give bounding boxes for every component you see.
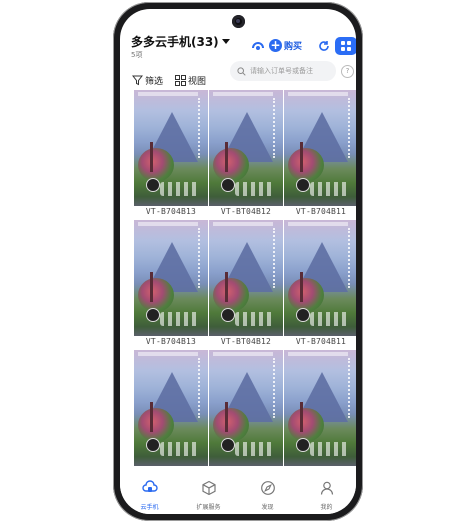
device-tile[interactable]: VT-B704B13 [134,90,208,218]
bottom-nav: 云手机 扩展服务 发现 我的 [120,477,356,514]
nav-label: 扩展服务 [196,504,221,511]
phone-frame: 多多云手机(33) 5项 + 购买 筛选 视图 请输入订单号或备注 ? VT-B… [113,2,363,521]
device-grid: VT-B704B13 VT-BT04B12 VT-B704B11 VT-B704… [134,90,356,482]
nav-mine[interactable]: 我的 [297,477,356,514]
device-label: VT-B704B11 [295,207,347,216]
device-screenshot [284,220,356,336]
view-button[interactable]: 视图 [175,74,206,87]
cube-icon [201,480,216,496]
cloud-phone-icon [141,480,158,492]
search-icon [237,66,246,76]
device-tile[interactable]: VT-B704B11 [284,220,356,348]
device-screenshot [209,90,283,206]
nav-cloud-phone[interactable]: 云手机 [120,477,179,514]
plus-icon: + [269,38,282,52]
device-screenshot [209,350,283,466]
nav-label: 云手机 [140,504,159,511]
device-group-selector[interactable]: 多多云手机(33) [131,33,230,50]
caret-down-icon [221,39,230,44]
refresh-icon[interactable] [318,40,330,52]
filter-icon [132,75,143,86]
device-screenshot [134,220,208,336]
device-screenshot [209,220,283,336]
buy-label: 购买 [284,42,303,52]
device-screenshot [134,350,208,466]
device-label: VT-B704B13 [145,207,197,216]
grid-icon [341,41,351,51]
page-title: 多多云手机(33) [131,35,219,49]
device-screenshot [284,350,356,466]
device-tile[interactable]: VT-BT04B12 [209,220,283,348]
nav-label: 我的 [320,504,333,511]
help-icon[interactable]: ? [341,65,354,78]
nav-discover[interactable]: 发现 [238,477,297,514]
phone-screen: 多多云手机(33) 5项 + 购买 筛选 视图 请输入订单号或备注 ? VT-B… [120,9,356,514]
view-label: 视图 [188,77,207,87]
user-icon [320,481,333,495]
device-label: VT-BT04B12 [220,337,272,346]
buy-button[interactable]: + 购买 [269,39,302,52]
sync-cloud-icon[interactable] [251,39,265,53]
device-tile[interactable]: VT-B704B11 [284,90,356,218]
device-tile[interactable]: VT-B704B13 [134,220,208,348]
compass-icon [260,481,275,495]
device-tile[interactable] [134,350,208,478]
device-tile[interactable]: VT-BT04B12 [209,90,283,218]
app-header: 多多云手机(33) 5项 + 购买 [120,9,356,63]
device-label: VT-B704B11 [295,337,347,346]
device-tile[interactable] [284,350,356,478]
nav-extension-services[interactable]: 扩展服务 [179,477,238,514]
search-placeholder: 请输入订单号或备注 [250,67,313,75]
device-label: VT-BT04B12 [220,207,272,216]
filter-button[interactable]: 筛选 [132,74,163,87]
device-label: VT-B704B13 [145,337,197,346]
item-count: 5项 [131,51,143,59]
view-grid-icon [175,75,186,86]
filter-label: 筛选 [145,77,164,87]
nav-label: 发现 [261,504,274,511]
search-input[interactable]: 请输入订单号或备注 [230,61,336,81]
layout-toggle-button[interactable] [335,37,356,55]
device-screenshot [134,90,208,206]
device-tile[interactable] [209,350,283,478]
device-screenshot [284,90,356,206]
